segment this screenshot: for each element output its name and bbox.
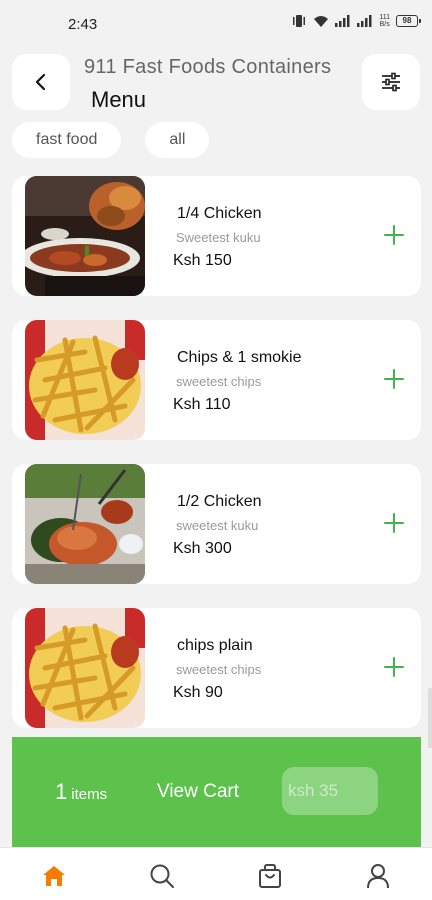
cart-item-count: 1 items (55, 779, 107, 805)
item-description: Sweetest kuku (176, 230, 261, 245)
header: 911 Fast Foods Containers Menu (0, 54, 432, 112)
status-time: 2:43 (68, 16, 98, 33)
signal-icon-1 (335, 15, 350, 27)
cart-bar[interactable]: 1 items View Cart ksh 35 (12, 737, 421, 847)
item-description: sweetest chips (176, 374, 262, 389)
item-name: chips plain (177, 637, 253, 654)
item-name: 1/2 Chicken (177, 493, 262, 510)
add-to-cart-plus-icon[interactable] (383, 512, 405, 534)
item-price: Ksh 300 (173, 540, 232, 557)
food-image-roast-chicken (25, 176, 145, 296)
search-icon (150, 864, 174, 888)
network-speed-value: 111 (379, 14, 390, 21)
battery-icon: 98 (396, 15, 421, 27)
cart-count-number: 1 (55, 779, 68, 804)
vibrate-icon (293, 15, 306, 27)
item-name: Chips & 1 smokie (177, 349, 302, 366)
network-speed: 111 B/s (379, 14, 390, 28)
store-name: 911 Fast Foods Containers (84, 56, 332, 78)
item-description: sweetest kuku (176, 518, 259, 533)
nav-cart[interactable] (256, 862, 284, 890)
cart-total: ksh 35 (282, 767, 378, 815)
item-price: Ksh 150 (173, 252, 232, 269)
bottom-nav (0, 847, 432, 900)
item-name: 1/4 Chicken (177, 205, 262, 222)
status-icons: 111 B/s 98 (291, 14, 421, 28)
nav-search[interactable] (148, 862, 176, 890)
menu-item[interactable]: 1/4 Chicken Sweetest kuku Ksh 150 (12, 176, 421, 296)
back-button[interactable] (12, 54, 70, 110)
add-to-cart-plus-icon[interactable] (383, 224, 405, 246)
signal-icon-2 (357, 15, 372, 27)
menu-item[interactable]: 1/2 Chicken sweetest kuku Ksh 300 (12, 464, 421, 584)
network-speed-unit: B/s (379, 21, 390, 28)
food-image-fries (25, 320, 145, 440)
food-image-fries (25, 608, 145, 728)
view-cart-button[interactable]: View Cart (157, 781, 239, 803)
menu-item[interactable]: chips plain sweetest chips Ksh 90 (12, 608, 421, 728)
item-description: sweetest chips (176, 662, 262, 677)
status-bar: 2:43 111 B/s 98 (0, 0, 432, 48)
profile-icon (367, 864, 389, 889)
wifi-icon (314, 15, 329, 27)
menu-item[interactable]: Chips & 1 smokie sweetest chips Ksh 110 (12, 320, 421, 440)
chip-fast-food[interactable]: fast food (12, 122, 122, 158)
bag-icon (259, 864, 281, 888)
cart-count-label: items (71, 786, 108, 803)
home-icon (43, 866, 65, 886)
item-price: Ksh 90 (173, 684, 223, 701)
page-title: Menu (91, 87, 147, 112)
scroll-handle[interactable] (428, 688, 432, 748)
nav-profile[interactable] (364, 862, 392, 890)
food-image-grilled-chicken (25, 464, 145, 584)
filter-chips: fast food all (12, 122, 210, 158)
add-to-cart-plus-icon[interactable] (383, 368, 405, 390)
sliders-icon (382, 72, 400, 92)
back-chevron-icon (35, 73, 46, 91)
chip-all[interactable]: all (145, 122, 210, 158)
nav-home[interactable] (40, 862, 68, 890)
filter-button[interactable] (362, 54, 420, 110)
add-to-cart-plus-icon[interactable] (383, 656, 405, 678)
item-price: Ksh 110 (173, 396, 231, 413)
